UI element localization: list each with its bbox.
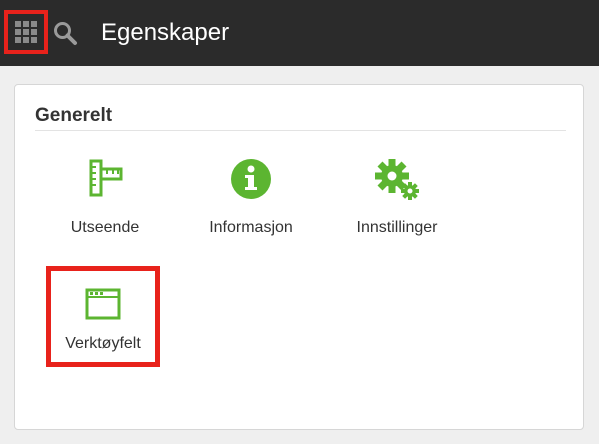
item-label-informasjon: Informasjon	[209, 219, 293, 236]
item-label-utseende: Utseende	[70, 219, 140, 236]
item-innstillinger[interactable]: Innstillinger	[322, 155, 472, 237]
page-title: Egenskaper	[101, 19, 230, 46]
item-label-verktoyfelt: Verktøyfelt	[65, 335, 141, 352]
info-circle-icon	[231, 159, 271, 199]
ruler-square-icon	[89, 159, 123, 197]
search-button[interactable]	[52, 20, 78, 46]
section-title: Generelt	[35, 105, 113, 126]
item-informasjon[interactable]: Informasjon	[176, 155, 326, 237]
search-icon	[54, 22, 77, 45]
apps-grid-icon	[15, 21, 37, 43]
item-utseende[interactable]: Utseende	[30, 155, 180, 237]
top-bar: Egenskaper	[0, 0, 599, 66]
properties-panel: Generelt Utseende Informasjon Innstillin…	[14, 84, 584, 430]
section-divider	[35, 130, 566, 131]
item-label-innstillinger: Innstillinger	[356, 219, 438, 236]
gears-icon	[375, 159, 419, 200]
apps-button[interactable]	[4, 10, 48, 54]
item-verktoyfelt[interactable]: Verktøyfelt	[46, 266, 160, 367]
toolbar-window-icon	[85, 288, 121, 320]
